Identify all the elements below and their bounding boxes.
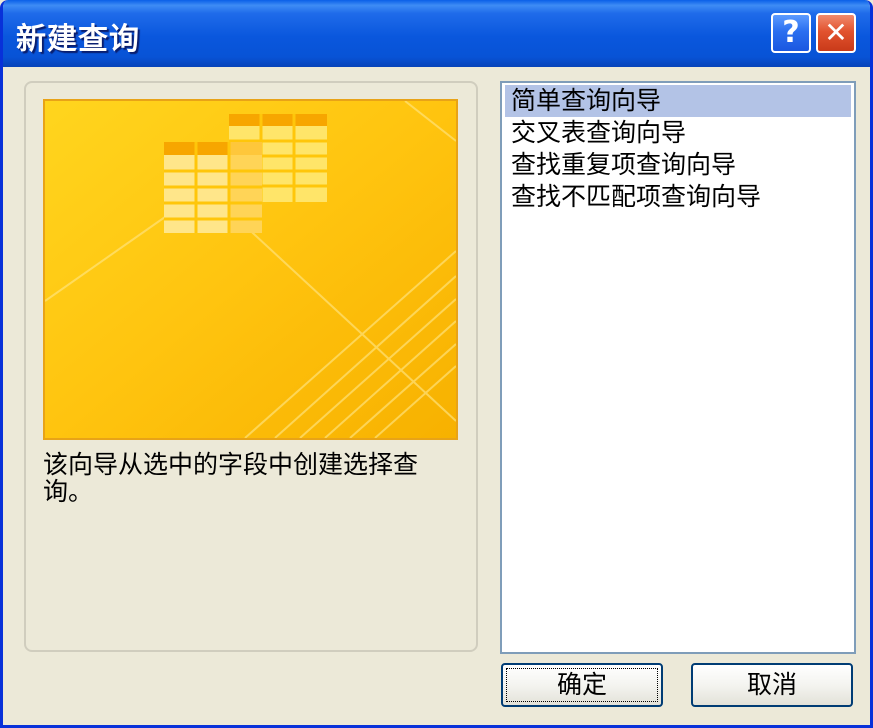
cancel-button-label: 取消	[746, 670, 797, 699]
table-grid-illustration	[45, 101, 456, 438]
wizard-preview-image	[43, 99, 458, 440]
ok-button-label: 确定	[556, 670, 607, 699]
help-button[interactable]: ?	[771, 13, 811, 53]
list-item-find-duplicates-wizard[interactable]: 查找重复项查询向导	[505, 149, 851, 181]
ok-button[interactable]: 确定	[501, 663, 663, 707]
new-query-dialog: 新建查询 ? ✕ 该向导从选中的字段中创建选择查询。 简单查询向导 交叉表查询向…	[0, 0, 873, 728]
wizard-type-list[interactable]: 简单查询向导 交叉表查询向导 查找重复项查询向导 查找不匹配项查询向导	[500, 81, 856, 654]
title-bar[interactable]: 新建查询 ? ✕	[3, 0, 870, 67]
wizard-description: 该向导从选中的字段中创建选择查询。	[43, 450, 419, 506]
list-item-find-unmatched-wizard[interactable]: 查找不匹配项查询向导	[505, 181, 851, 213]
close-icon: ✕	[824, 16, 848, 49]
list-item-simple-query-wizard[interactable]: 简单查询向导	[505, 85, 851, 117]
front-table-grid	[164, 142, 262, 233]
close-button[interactable]: ✕	[816, 13, 856, 53]
dialog-title: 新建查询	[16, 22, 140, 57]
list-item-crosstab-query-wizard[interactable]: 交叉表查询向导	[505, 117, 851, 149]
cancel-button[interactable]: 取消	[691, 663, 853, 707]
question-mark-icon: ?	[782, 15, 800, 50]
